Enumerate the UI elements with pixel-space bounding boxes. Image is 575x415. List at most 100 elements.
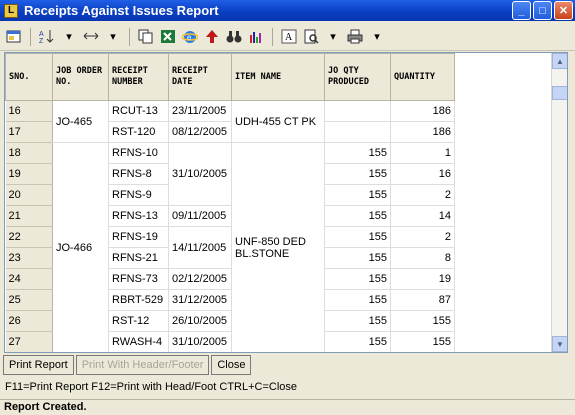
receipt-number-cell: RFNS-21 (108, 247, 169, 269)
column-header[interactable]: JOB ORDER NO. (52, 53, 109, 101)
copy-icon[interactable] (136, 26, 156, 48)
jo-qty-produced-cell: 155 (324, 142, 391, 164)
row-number-cell: 27 (5, 331, 53, 352)
receipt-date-cell: 26/10/2005 (168, 310, 232, 332)
receipt-number-cell: RWASH-4 (108, 331, 169, 352)
row-number-cell: 17 (5, 121, 53, 143)
toolbar: AZ ▾ ▾ e A ▾ ▾ (0, 23, 575, 51)
column-header[interactable]: RECEIPT DATE (168, 53, 232, 101)
vertical-scrollbar[interactable]: ▲ ▼ (551, 53, 567, 352)
window-title: Receipts Against Issues Report (24, 3, 219, 18)
dropdown-arrow-icon[interactable]: ▾ (103, 26, 123, 48)
row-number-cell: 16 (5, 100, 53, 122)
quantity-cell: 1 (390, 142, 455, 164)
receipt-date-cell: 02/12/2005 (168, 268, 232, 290)
jo-qty-produced-cell (324, 121, 391, 143)
quantity-cell: 8 (390, 247, 455, 269)
receipt-number-cell: RST-120 (108, 121, 169, 143)
report-table: SNO. JOB ORDER NO. RECEIPT NUMBER RECEIPT D… (5, 53, 455, 352)
svg-text:e: e (187, 33, 192, 42)
jo-qty-produced-cell: 155 (324, 184, 391, 206)
receipt-date-cell: 09/11/2005 (168, 205, 232, 227)
jo-qty-produced-cell: 155 (324, 331, 391, 352)
receipt-number-cell: RFNS-8 (108, 163, 169, 185)
receipt-date-cell: 31/10/2005 (168, 142, 232, 206)
dropdown-arrow-icon[interactable]: ▾ (59, 26, 79, 48)
title-bar[interactable]: L Receipts Against Issues Report _ □ ✕ (0, 0, 575, 21)
row-number-cell: 18 (5, 142, 53, 164)
table-row[interactable]: 18 JO-466 RFNS-10 31/10/2005 UNF-850 DED BL.… (5, 142, 455, 352)
column-header[interactable]: QUANTITY (390, 53, 455, 101)
item-name-cell: UDH-455 CT PK (231, 100, 325, 143)
status-bar: Report Created. (0, 399, 575, 415)
row-number-cell: 23 (5, 247, 53, 269)
minimize-button[interactable]: _ (512, 1, 531, 20)
receipt-number-cell: RCUT-13 (108, 100, 169, 122)
jo-qty-produced-cell: 155 (324, 163, 391, 185)
chart-icon[interactable] (246, 26, 266, 48)
job-order-cell: JO-466 (52, 142, 109, 352)
jo-qty-produced-cell (324, 100, 391, 122)
printer-icon[interactable] (345, 26, 365, 48)
sort-icon[interactable]: AZ (37, 26, 57, 48)
receipt-number-cell: RBRT-529 (108, 289, 169, 311)
receipt-number-cell: RFNS-13 (108, 205, 169, 227)
jo-qty-produced-cell: 155 (324, 310, 391, 332)
row-number-cell: 26 (5, 310, 53, 332)
window-icon[interactable] (4, 26, 24, 48)
column-header[interactable]: SNO. (5, 53, 53, 101)
quantity-cell: 2 (390, 184, 455, 206)
button-bar: Print Report Print With Header/Footer Cl… (0, 355, 575, 377)
quantity-cell: 19 (390, 268, 455, 290)
quantity-cell: 2 (390, 226, 455, 248)
find-icon[interactable] (224, 26, 244, 48)
receipt-number-cell: RFNS-73 (108, 268, 169, 290)
print-preview-icon[interactable] (301, 26, 321, 48)
column-header[interactable]: RECEIPT NUMBER (108, 53, 169, 101)
jo-qty-produced-cell: 155 (324, 247, 391, 269)
column-width-icon[interactable] (81, 26, 101, 48)
scroll-up-button[interactable]: ▲ (552, 53, 567, 69)
quantity-cell: 16 (390, 163, 455, 185)
dropdown-arrow-icon[interactable]: ▾ (367, 26, 387, 48)
font-icon[interactable]: A (279, 26, 299, 48)
receipt-number-cell: RFNS-10 (108, 142, 169, 164)
row-number-cell: 21 (5, 205, 53, 227)
maximize-button[interactable]: □ (533, 1, 552, 20)
table-row[interactable]: 16 JO-465 RCUT-13 23/11/2005 UDH-455 CT PK 18… (5, 100, 455, 143)
scroll-down-button[interactable]: ▼ (552, 336, 567, 352)
dropdown-arrow-icon[interactable]: ▾ (323, 26, 343, 48)
report-grid[interactable]: SNO. JOB ORDER NO. RECEIPT NUMBER RECEIPT D… (4, 52, 568, 353)
receipt-number-cell: RST-12 (108, 310, 169, 332)
ie-icon[interactable]: e (180, 26, 200, 48)
print-with-header-footer-button[interactable]: Print With Header/Footer (75, 355, 210, 375)
arrow-up-icon[interactable] (202, 26, 222, 48)
quantity-cell: 155 (390, 331, 455, 352)
report-window: L Receipts Against Issues Report _ □ ✕ A… (0, 0, 575, 415)
close-button[interactable]: Close (211, 355, 252, 375)
scroll-thumb[interactable] (552, 86, 567, 100)
svg-text:A: A (285, 32, 293, 43)
row-number-cell: 22 (5, 226, 53, 248)
receipt-date-cell: 31/12/2005 (168, 289, 232, 311)
receipt-number-cell: RFNS-19 (108, 226, 169, 248)
receipt-date-cell: 31/10/2005 (168, 331, 232, 352)
svg-text:Z: Z (39, 38, 44, 44)
print-report-button[interactable]: Print Report (3, 355, 74, 375)
row-number-cell: 19 (5, 163, 53, 185)
row-number-cell: 25 (5, 289, 53, 311)
excel-icon[interactable] (158, 26, 178, 48)
job-order-cell: JO-465 (52, 100, 109, 143)
quantity-cell: 186 (390, 100, 455, 122)
column-header[interactable]: ITEM NAME (231, 53, 325, 101)
column-header[interactable]: JO QTY PRODUCED (324, 53, 391, 101)
quantity-cell: 14 (390, 205, 455, 227)
receipt-date-cell: 08/12/2005 (168, 121, 232, 143)
row-number-cell: 20 (5, 184, 53, 206)
row-number-cell: 24 (5, 268, 53, 290)
receipt-date-cell: 23/11/2005 (168, 100, 232, 122)
quantity-cell: 155 (390, 310, 455, 332)
receipt-date-cell: 14/11/2005 (168, 226, 232, 269)
close-window-button[interactable]: ✕ (554, 1, 573, 20)
quantity-cell: 87 (390, 289, 455, 311)
